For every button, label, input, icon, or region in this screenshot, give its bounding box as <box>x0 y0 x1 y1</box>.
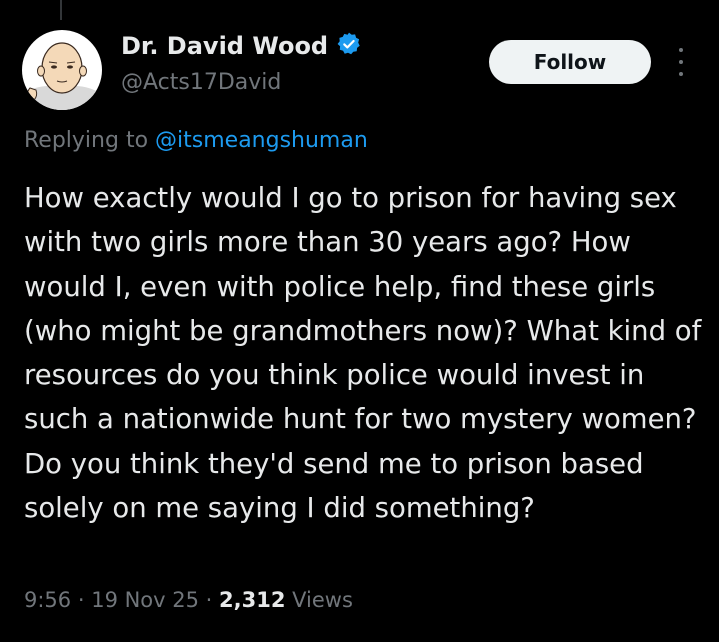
avatar-image <box>22 30 102 110</box>
author-name[interactable]: Dr. David Wood <box>121 32 328 60</box>
tweet-time[interactable]: 9:56 <box>24 588 71 612</box>
views-count[interactable]: 2,312 <box>219 588 285 612</box>
tweet-metadata: 9:56 · 19 Nov 25 · 2,312 Views <box>24 588 353 612</box>
more-options-icon[interactable] <box>676 48 686 76</box>
tweet-date[interactable]: 19 Nov 25 <box>91 588 199 612</box>
more-dot <box>679 48 683 52</box>
replying-to-prefix: Replying to <box>24 128 156 153</box>
views-label: Views <box>285 588 353 612</box>
tweet-text: How exactly would I go to prison for hav… <box>24 182 702 525</box>
reply-mention-link[interactable]: @itsmeangshuman <box>155 128 368 153</box>
more-dot <box>679 72 683 76</box>
replying-to: Replying to @itsmeangshuman <box>24 128 368 153</box>
thread-connector-line <box>60 0 62 20</box>
avatar[interactable] <box>22 30 102 110</box>
author-name-row: Dr. David Wood <box>121 32 361 60</box>
author-handle[interactable]: @Acts17David <box>121 70 281 95</box>
verified-badge-icon <box>337 32 361 60</box>
meta-separator: · <box>198 588 220 612</box>
more-dot <box>679 60 683 64</box>
meta-separator: · <box>71 588 92 612</box>
follow-button[interactable]: Follow <box>489 40 651 84</box>
